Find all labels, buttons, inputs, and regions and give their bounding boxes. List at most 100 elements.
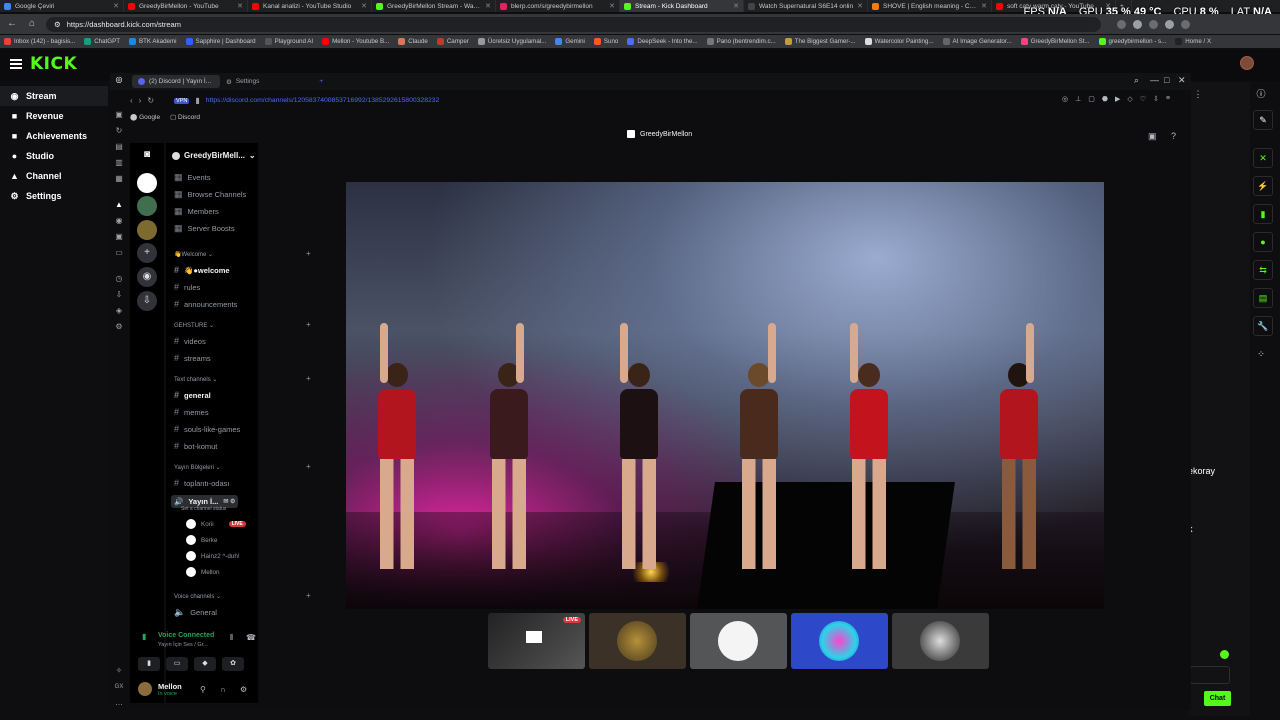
close-icon[interactable]: ✕	[857, 2, 863, 10]
box-icon[interactable]: ▢	[1088, 95, 1095, 103]
info-icon[interactable]: ⓘ	[1255, 88, 1267, 100]
gear-icon[interactable]: ⚙	[240, 685, 247, 694]
lightning-icon[interactable]: ⚡	[1253, 176, 1273, 196]
discord-address-bar[interactable]: ‹ › ↻ VPN ▮ https://discord.com/channels…	[130, 93, 1190, 108]
bookmark-item[interactable]: Home / X	[1175, 38, 1211, 45]
bookmark-item[interactable]: DeepSeek - Into the...	[627, 38, 698, 45]
bookmark-item[interactable]: The Biggest Gamer-...	[784, 38, 856, 45]
sidebar-item-studio[interactable]: ● Studio	[0, 146, 108, 166]
kick-logo[interactable]: KICK	[30, 54, 77, 74]
avatar[interactable]	[1240, 56, 1254, 70]
back-icon[interactable]: ‹	[130, 96, 133, 105]
disconnect-icon[interactable]: ☎	[246, 633, 256, 642]
voice-user[interactable]: Berke	[186, 535, 217, 545]
menu-icon[interactable]: ≡	[1166, 95, 1170, 103]
camera-icon[interactable]: ◎	[1062, 95, 1068, 103]
participant-tile[interactable]: LIVE	[488, 613, 585, 669]
menu-item[interactable]: ▦ Server Boosts	[174, 223, 235, 234]
history-icon[interactable]: ↻	[114, 126, 124, 136]
close-icon[interactable]: ✕	[733, 2, 739, 10]
gx-icon[interactable]: GX	[114, 682, 124, 692]
voice-connected-title[interactable]: Voice Connected	[158, 632, 214, 639]
bookmark-item[interactable]: Gemini	[555, 38, 585, 45]
bookmark-item[interactable]: ChatGPT	[84, 38, 120, 45]
search-icon[interactable]: ⌕	[1134, 75, 1139, 86]
browser-logo-icon[interactable]: ◎	[114, 75, 124, 85]
sidebar-item-revenue[interactable]: ■ Revenue	[0, 106, 108, 126]
chat-send-button[interactable]: Chat	[1204, 691, 1231, 706]
participant-tile[interactable]	[791, 613, 888, 669]
channel-category[interactable]: Yayın Bölgeleri ⌄	[174, 464, 221, 471]
stream-video[interactable]	[346, 182, 1104, 609]
gear-icon[interactable]: ⚙	[114, 322, 124, 332]
channel-item[interactable]: # announcements	[174, 299, 237, 309]
channel-item[interactable]: # souls-like-games	[174, 424, 240, 434]
profile-icon[interactable]	[1181, 19, 1190, 29]
home-icon[interactable]: ⌂	[26, 18, 38, 30]
channel-item[interactable]: # general	[174, 390, 211, 400]
voice-user[interactable]: Hainz2 ^-duh!	[186, 551, 240, 561]
screen-share-button[interactable]: ▭	[166, 657, 188, 671]
more-icon[interactable]: ⋮	[1192, 88, 1204, 100]
close-icon[interactable]: ✕	[237, 2, 243, 10]
participant-tile[interactable]	[690, 613, 787, 669]
extension-icon[interactable]	[1133, 19, 1142, 29]
play-icon[interactable]: ▶	[1115, 95, 1120, 103]
voice-channel-actions-icon[interactable]: ✉ ⚙	[223, 498, 235, 505]
bookmark-google[interactable]: ⬤ Google	[130, 113, 160, 121]
channel-item[interactable]: # toplantı-odası	[174, 478, 229, 488]
pin-icon[interactable]: ⊥	[1075, 95, 1081, 103]
extension-icon[interactable]	[1165, 19, 1174, 29]
tool-icon[interactable]: ✕	[1253, 148, 1273, 168]
bookmark-item[interactable]: Camper	[436, 38, 469, 45]
add-channel-icon[interactable]: +	[306, 591, 311, 600]
help-icon[interactable]: ?	[1171, 131, 1176, 141]
add-server-icon[interactable]: +	[137, 243, 157, 263]
vpn-badge[interactable]: VPN	[174, 97, 190, 104]
channel-item[interactable]: # 👋●welcome	[174, 265, 230, 275]
add-channel-icon[interactable]: +	[306, 374, 311, 383]
tv-icon[interactable]: ▦	[114, 174, 124, 184]
voice-channel-item[interactable]: 🔈 General	[174, 607, 217, 618]
bookmark-item[interactable]: Playground AI	[264, 38, 313, 45]
bookmark-item[interactable]: Mellon - Youtube B...	[322, 38, 389, 45]
sidebar-item-settings[interactable]: ⚙ Settings	[0, 186, 108, 206]
chat-bubble-icon[interactable]: ●	[1253, 232, 1273, 252]
apps-icon[interactable]: ⁘	[1255, 348, 1267, 360]
explore-icon[interactable]: ◉	[137, 267, 157, 287]
channel-item[interactable]: # memes	[174, 407, 209, 417]
browser-tab[interactable]: Google Çeviri ✕	[0, 0, 124, 12]
microphone-icon[interactable]: ⚲	[200, 685, 206, 694]
clipboard-icon[interactable]: ▮	[1253, 204, 1273, 224]
channel-status[interactable]: Set a channel status	[181, 506, 226, 512]
close-icon[interactable]: ✕	[1178, 75, 1186, 86]
bookmark-item[interactable]: Suno	[593, 38, 618, 45]
new-tab-button[interactable]: +	[313, 75, 329, 88]
bag-icon[interactable]: ▤	[114, 142, 124, 152]
add-channel-icon[interactable]: +	[306, 462, 311, 471]
edit-icon[interactable]: ✎	[1253, 110, 1273, 130]
voice-connected-channel[interactable]: Yayın İçin Ses / Gr...	[158, 642, 208, 648]
extension-icon[interactable]: ◈	[114, 306, 124, 316]
channel-category[interactable]: Voice channels ⌄	[174, 593, 221, 600]
close-icon[interactable]: ✕	[113, 2, 119, 10]
download-icon[interactable]: ⇩	[114, 290, 124, 300]
server-icon[interactable]	[137, 220, 157, 240]
camera-button[interactable]: ▮	[138, 657, 160, 671]
heart-icon[interactable]: ♡	[1140, 95, 1146, 103]
menu-item[interactable]: ▦ Browse Channels	[174, 189, 246, 200]
channel-item[interactable]: # videos	[174, 336, 206, 346]
add-channel-icon[interactable]: +	[306, 320, 311, 329]
screen-icon[interactable]: ▭	[114, 248, 124, 258]
download-apps-icon[interactable]: ⇩	[137, 291, 157, 311]
sparkle-icon[interactable]: ✧	[114, 666, 124, 676]
tab-settings[interactable]: ⚙ Settings	[220, 75, 265, 88]
site-info-icon[interactable]: ⚙	[54, 20, 61, 29]
minimize-icon[interactable]: —	[1150, 75, 1159, 85]
browser-tab[interactable]: Stream - Kick Dashboard ✕	[620, 0, 744, 12]
sidebar-item-channel[interactable]: ▲ Channel	[0, 166, 108, 186]
tab-discord[interactable]: (2) Discord | Yayın İ...	[132, 75, 220, 88]
bookmark-item[interactable]: greedybirmellon - s...	[1098, 38, 1166, 45]
add-channel-icon[interactable]: +	[306, 249, 311, 258]
menu-icon[interactable]	[10, 59, 22, 69]
